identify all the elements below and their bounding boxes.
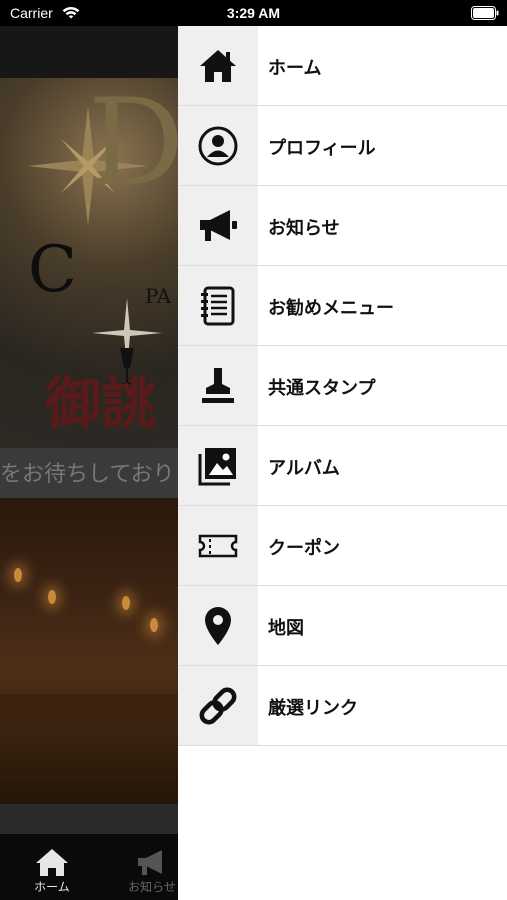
menu-item-profile[interactable]: プロフィール	[178, 106, 507, 186]
menu-item-coupon[interactable]: クーポン	[178, 506, 507, 586]
menu-item-map[interactable]: 地図	[178, 586, 507, 666]
home-icon	[12, 846, 92, 878]
lamp-light	[48, 590, 56, 604]
shop-banner-image: D C PA 御誂	[0, 78, 178, 448]
logo-letter-large: D	[88, 74, 178, 213]
bar-counter	[0, 694, 178, 728]
banner-kanji: 御誂	[45, 371, 157, 437]
tab-label: ホーム	[34, 880, 70, 894]
tab-home[interactable]: ホーム	[12, 834, 92, 900]
lamp-light	[150, 618, 158, 632]
content-strip	[0, 804, 178, 834]
ticker-text: をお待ちしておりま	[0, 448, 178, 498]
menu-item-recommended-menu[interactable]: お勧めメニュー	[178, 266, 507, 346]
menu-icon-box	[178, 106, 258, 185]
side-drawer-menu: ホーム プロフィール お知らせ お勧めメニュー 共通スタンプ アルバム クーポン…	[178, 26, 507, 900]
home-icon	[200, 50, 236, 82]
menu-icon-box	[178, 26, 258, 105]
menu-icon-box	[178, 346, 258, 425]
menu-item-label: 共通スタンプ	[268, 378, 376, 399]
menu-item-common-stamp[interactable]: 共通スタンプ	[178, 346, 507, 426]
menu-item-label: お知らせ	[268, 218, 340, 239]
tab-bar: ホーム お知らせ	[0, 834, 178, 900]
logo-partial: PA	[145, 284, 172, 308]
map-pin-icon	[205, 607, 231, 645]
menu-icon-box	[178, 186, 258, 265]
megaphone-icon	[200, 210, 237, 241]
menu-icon-box	[178, 426, 258, 505]
app-header	[0, 26, 178, 78]
menu-icon-box	[178, 586, 258, 665]
menu-item-label: クーポン	[268, 538, 340, 559]
profile-icon	[198, 126, 238, 166]
background-app[interactable]: D C PA 御誂 をお待ちしておりま ホーム お知らせ	[0, 26, 178, 900]
ticker-label: をお待ちしておりま	[0, 462, 178, 487]
clock-label: 3:29 AM	[226, 5, 281, 21]
lamp-light	[122, 596, 130, 610]
lamp-light	[14, 568, 22, 582]
menu-item-notices[interactable]: お知らせ	[178, 186, 507, 266]
menu-item-curated-links[interactable]: 厳選リンク	[178, 666, 507, 746]
menu-item-label: 地図	[268, 618, 304, 639]
menu-icon-box	[178, 506, 258, 585]
megaphone-icon	[112, 846, 178, 878]
notebook-icon	[201, 286, 235, 326]
logo-letter: C	[28, 233, 77, 307]
menu-item-album[interactable]: アルバム	[178, 426, 507, 506]
menu-item-label: プロフィール	[268, 138, 376, 159]
interior-photo	[0, 498, 178, 804]
menu-item-home[interactable]: ホーム	[178, 26, 507, 106]
tab-notices[interactable]: お知らせ	[112, 834, 178, 900]
coupon-icon	[198, 534, 238, 558]
menu-item-label: 厳選リンク	[268, 698, 358, 719]
status-bar: Carrier 3:29 AM	[0, 0, 507, 26]
tab-label: お知らせ	[128, 880, 176, 894]
menu-icon-box	[178, 266, 258, 345]
menu-item-label: アルバム	[268, 458, 340, 479]
menu-icon-box	[178, 666, 258, 745]
stamp-icon	[202, 368, 234, 403]
battery-icon	[471, 5, 499, 24]
link-icon	[199, 687, 237, 725]
album-icon	[198, 448, 236, 486]
menu-item-label: お勧めメニュー	[268, 298, 394, 319]
menu-item-label: ホーム	[268, 58, 322, 79]
